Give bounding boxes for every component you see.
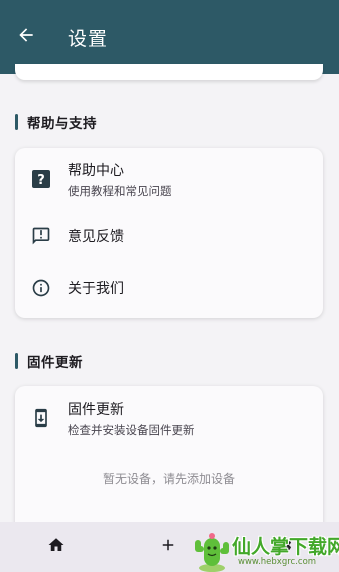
svg-text:?: ? (37, 173, 45, 188)
section-header-help: 帮助与支持 (15, 112, 97, 132)
watermark-text: 仙人掌下载网 (232, 536, 339, 558)
cactus-logo (192, 528, 232, 572)
help-support-card: ? 帮助中心 使用教程和常见问题 意见反馈 关于我们 (15, 148, 323, 318)
list-item-firmware-update[interactable]: 固件更新 检查并安装设备固件更新 (15, 386, 323, 450)
item-subtitle: 使用教程和常见问题 (68, 183, 172, 198)
previous-card (15, 64, 323, 80)
item-title: 意见反馈 (68, 229, 124, 245)
item-title: 固件更新 (68, 401, 124, 418)
home-icon (47, 536, 65, 558)
section-accent-bar (15, 114, 18, 130)
watermark-url: www.hebxgrc.com (238, 557, 317, 567)
watermark: 仙人掌下载网 www.hebxgrc.com (190, 528, 339, 572)
section-title: 帮助与支持 (27, 116, 97, 132)
list-item-help-center[interactable]: ? 帮助中心 使用教程和常见问题 (15, 148, 323, 210)
item-title: 帮助中心 (68, 162, 124, 179)
arrow-back-icon (16, 25, 36, 49)
firmware-update-icon (31, 408, 51, 428)
nav-home[interactable] (36, 522, 76, 572)
help-icon: ? (31, 169, 51, 189)
item-title: 关于我们 (68, 281, 124, 297)
back-button[interactable] (0, 0, 52, 74)
section-accent-bar (15, 353, 18, 369)
section-title: 固件更新 (27, 355, 83, 371)
section-header-firmware: 固件更新 (15, 351, 83, 371)
firmware-card: 固件更新 检查并安装设备固件更新 暂无设备，请先添加设备 (15, 386, 323, 536)
page-title: 设置 (68, 27, 109, 50)
app-bar: 设置 (0, 0, 339, 74)
empty-state-text: 暂无设备，请先添加设备 (102, 472, 235, 486)
list-item-feedback[interactable]: 意见反馈 (15, 210, 323, 262)
nav-add[interactable] (148, 522, 188, 572)
add-icon (159, 536, 177, 558)
list-item-about-us[interactable]: 关于我们 (15, 262, 323, 314)
item-subtitle: 检查并安装设备固件更新 (68, 422, 195, 437)
info-icon (31, 278, 51, 298)
feedback-icon (31, 226, 51, 246)
